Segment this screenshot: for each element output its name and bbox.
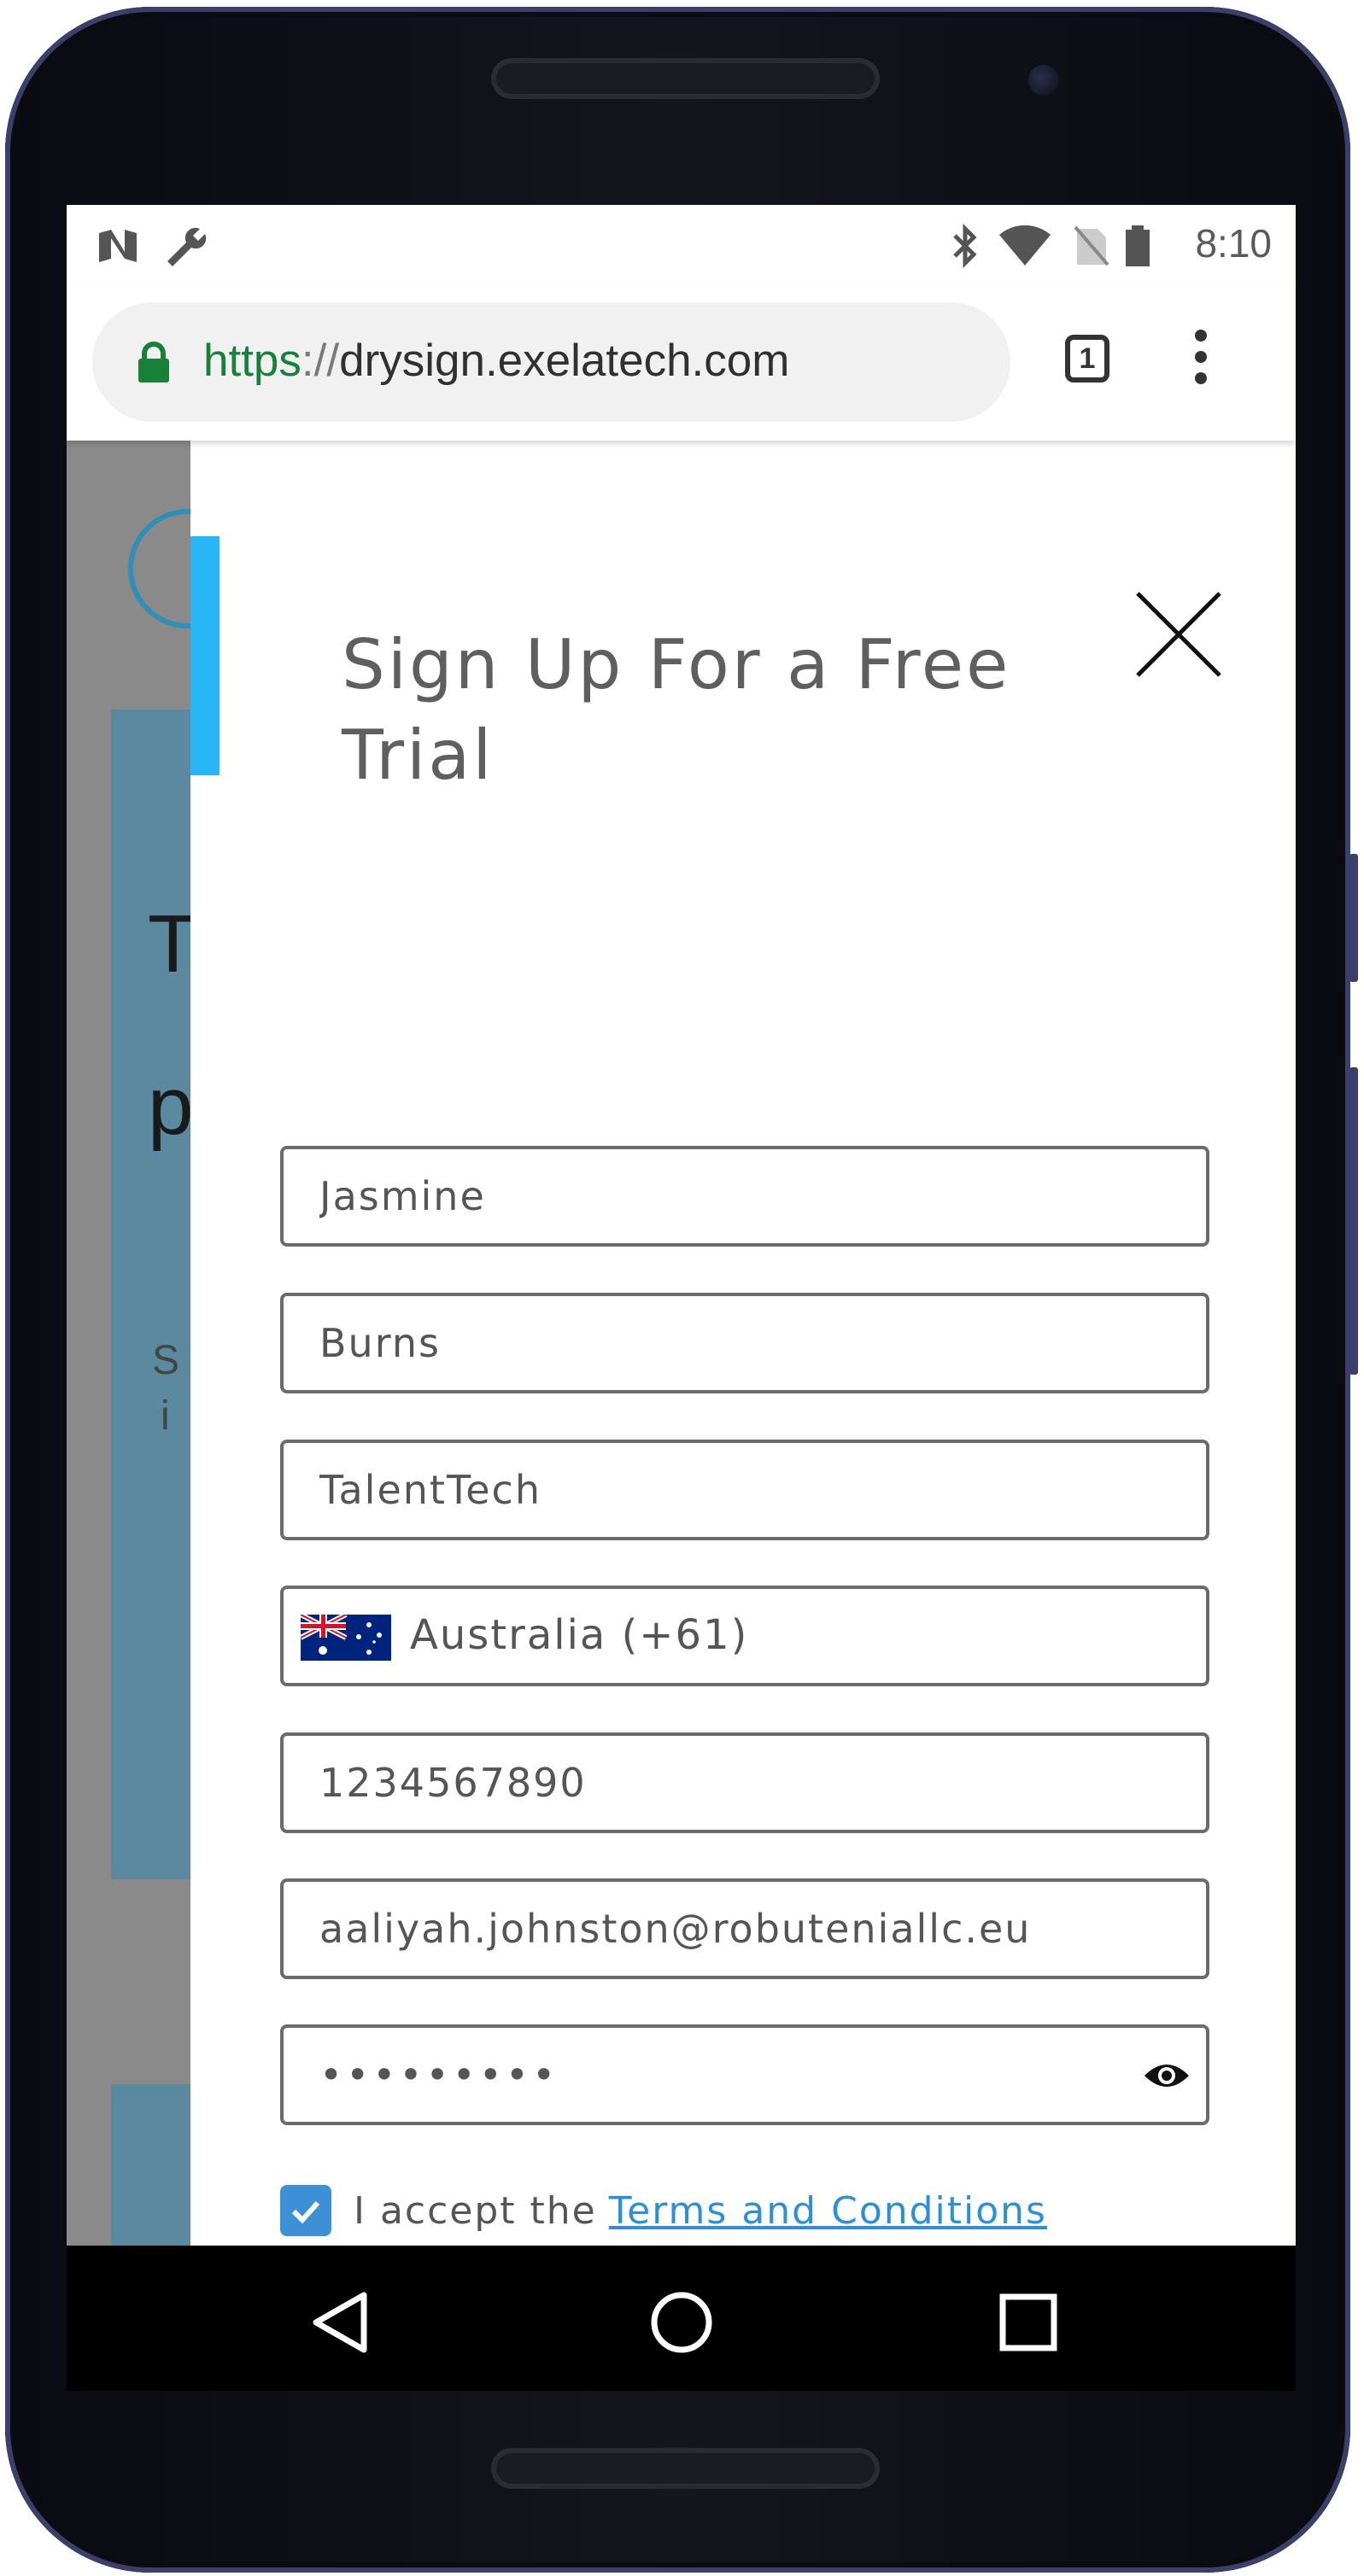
tab-switcher-button[interactable]: 1 xyxy=(1065,335,1109,383)
more-menu-icon[interactable] xyxy=(1192,330,1209,389)
url-host: drysign.exelatech.com xyxy=(339,336,790,386)
screen: 8:10 https://drysign.exelatech.com 1 T p… xyxy=(67,205,1296,2246)
australia-flag-icon xyxy=(301,1615,391,1661)
recents-icon[interactable] xyxy=(994,2288,1063,2357)
panel-title: Sign Up For a Free Trial xyxy=(342,625,1011,795)
wifi-icon xyxy=(998,224,1052,268)
background-text: i xyxy=(161,1393,170,1439)
first-name-input[interactable] xyxy=(284,1173,1206,1219)
terms-row: I accept the Terms and Conditions xyxy=(280,2183,1047,2238)
first-name-field[interactable] xyxy=(280,1146,1209,1247)
background-text: S xyxy=(152,1338,180,1383)
signup-panel: Sign Up For a Free Trial Jasmine Burns T… xyxy=(190,441,1296,2246)
company-field[interactable] xyxy=(280,1440,1209,1540)
battery-icon xyxy=(1122,224,1153,268)
phone-field[interactable] xyxy=(280,1732,1209,1833)
url-separator: :// xyxy=(301,336,340,386)
android-navigation-bar xyxy=(67,2246,1296,2391)
no-sim-icon xyxy=(1073,224,1110,268)
company-input[interactable] xyxy=(284,1467,1206,1513)
accent-bar xyxy=(190,536,220,775)
close-icon[interactable] xyxy=(1134,590,1223,679)
show-password-eye-icon[interactable] xyxy=(1143,2055,1191,2096)
email-field[interactable] xyxy=(280,1878,1209,1979)
status-bar: 8:10 xyxy=(67,205,1296,287)
terms-checkbox[interactable] xyxy=(280,2185,331,2236)
volume-button xyxy=(1349,1067,1358,1375)
checkmark-icon xyxy=(291,2200,320,2224)
background-text: p xyxy=(148,1060,194,1152)
bluetooth-icon xyxy=(948,224,982,268)
bottom-speaker xyxy=(491,2448,880,2489)
last-name-field[interactable] xyxy=(280,1293,1209,1393)
home-icon[interactable] xyxy=(647,2288,716,2357)
n-notification-icon xyxy=(96,224,140,268)
last-name-input[interactable] xyxy=(284,1320,1206,1366)
back-icon[interactable] xyxy=(307,2288,376,2357)
power-button xyxy=(1349,854,1358,982)
wrench-icon xyxy=(162,224,210,268)
password-input[interactable] xyxy=(284,2052,1206,2098)
password-field[interactable] xyxy=(280,2024,1209,2125)
phone-input[interactable] xyxy=(284,1760,1206,1806)
earpiece-speaker xyxy=(491,58,880,99)
lock-icon xyxy=(138,342,169,383)
country-code-value: Australia (+61) xyxy=(410,1611,749,1659)
url-scheme: https xyxy=(203,336,301,386)
email-input[interactable] xyxy=(284,1906,1206,1952)
browser-toolbar: https://drysign.exelatech.com 1 xyxy=(67,287,1296,441)
address-bar[interactable]: https://drysign.exelatech.com xyxy=(92,302,1010,422)
country-code-select[interactable]: Australia (+61) xyxy=(280,1586,1209,1686)
terms-label: I accept the xyxy=(354,2188,597,2233)
clock: 8:10 xyxy=(1195,221,1272,266)
terms-link[interactable]: Terms and Conditions xyxy=(609,2189,1047,2233)
url-text: https://drysign.exelatech.com xyxy=(203,335,789,387)
front-camera xyxy=(1028,65,1059,96)
